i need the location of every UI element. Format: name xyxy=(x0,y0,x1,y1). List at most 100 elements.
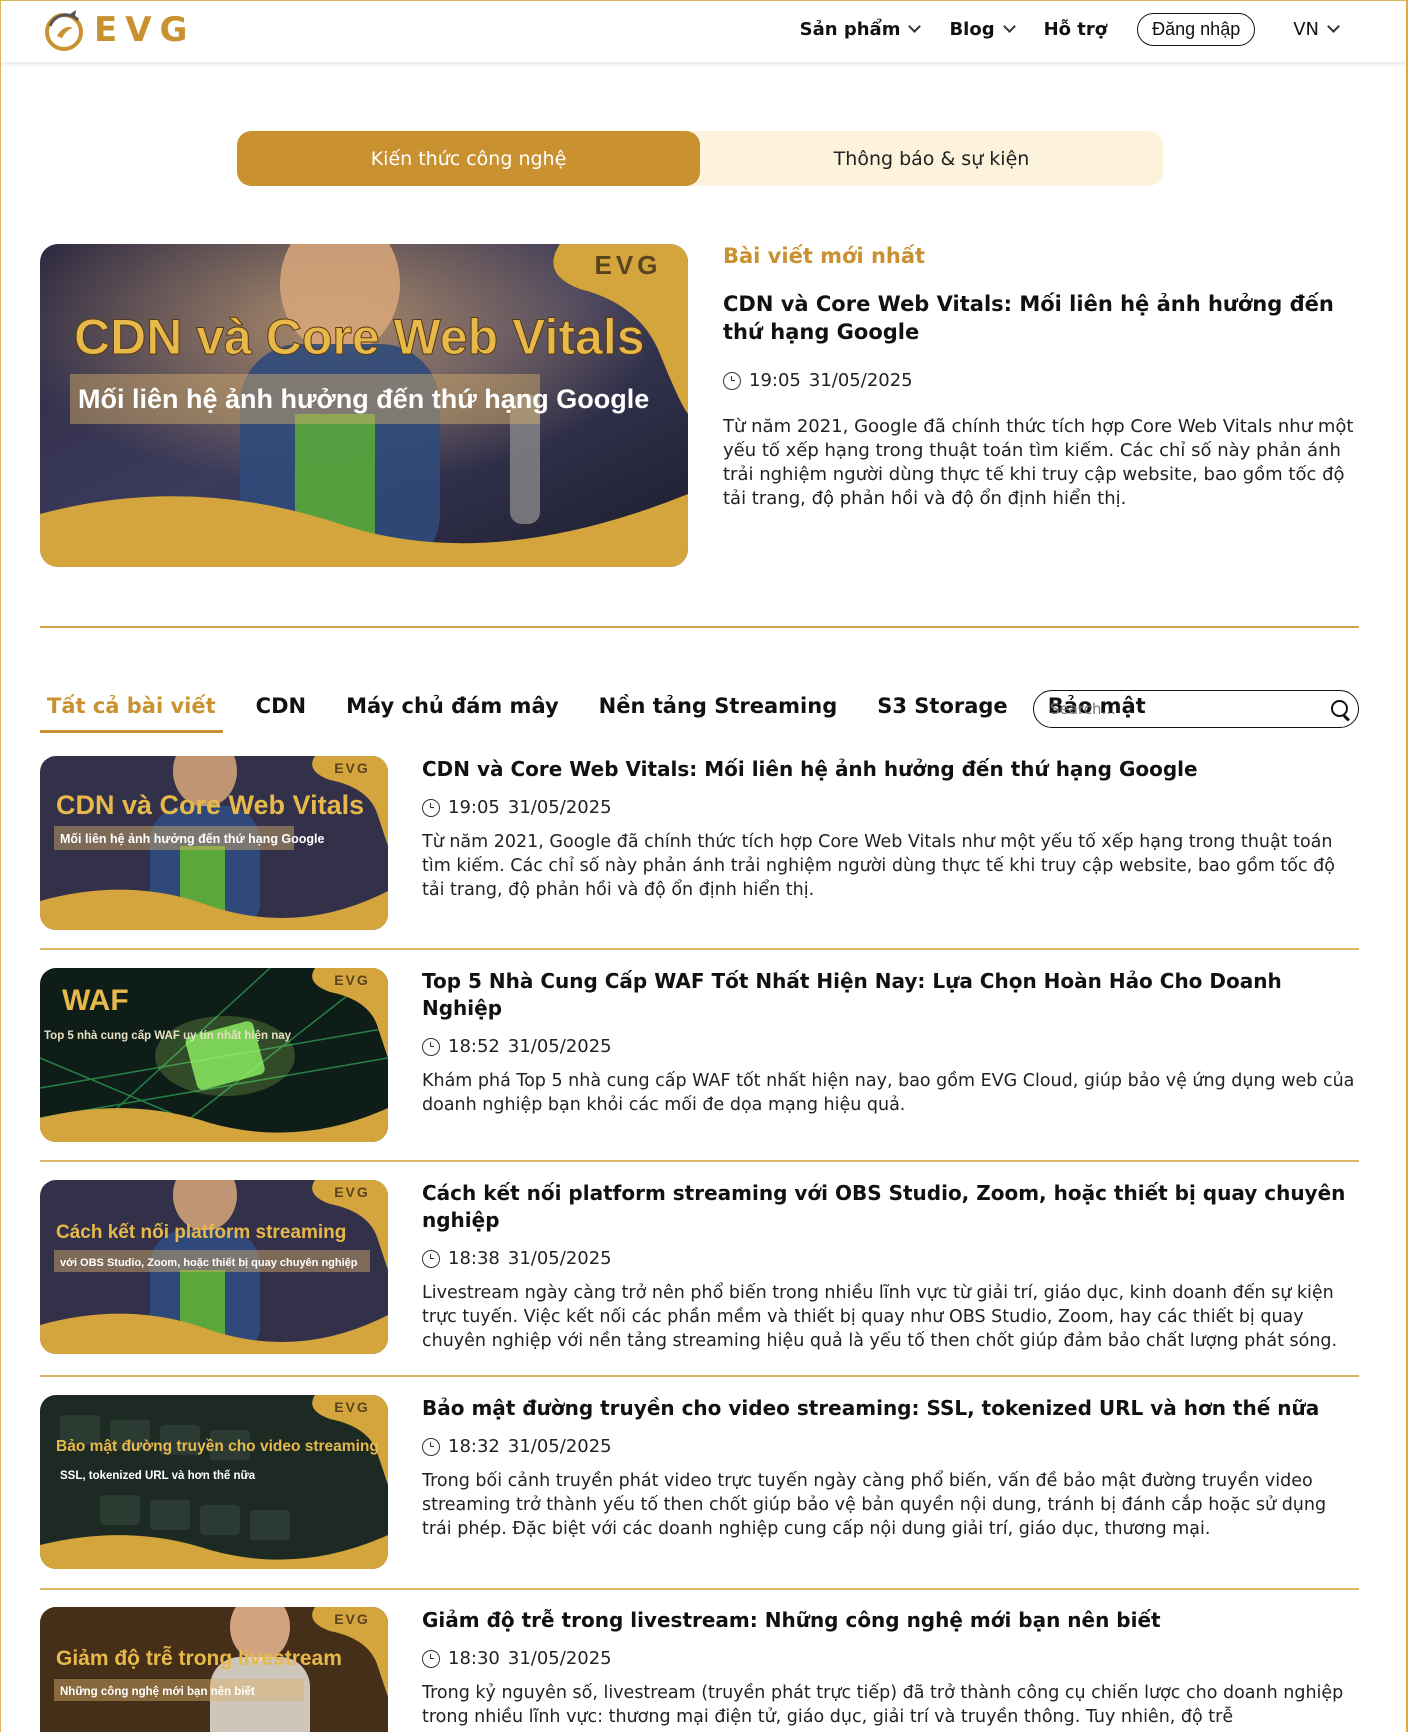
featured-article-title[interactable]: CDN và Core Web Vitals: Mối liên hệ ảnh … xyxy=(723,290,1363,346)
article-thumbnail[interactable]: EVG WAF Top 5 nhà cung cấp WAF uy tín nh… xyxy=(40,968,388,1142)
category-tabs: Tất cả bài viết CDN Máy chủ đám mây Nền … xyxy=(40,690,1179,734)
language-selector[interactable]: VN xyxy=(1293,18,1340,40)
article-title[interactable]: Top 5 Nhà Cung Cấp WAF Tốt Nhất Hiện Nay… xyxy=(422,968,1359,1022)
chevron-down-icon xyxy=(1327,20,1340,33)
article-thumbnail[interactable]: EVG Cách kết nối platform streaming với … xyxy=(40,1180,388,1354)
clock-icon xyxy=(723,371,741,390)
article-date: 31/05/2025 xyxy=(507,1436,612,1457)
tab-streaming-platform[interactable]: Nền tảng Streaming xyxy=(592,690,845,730)
article-thumbnail[interactable]: EVG Giảm độ trễ trong livestream Những c… xyxy=(40,1607,388,1732)
nav-support[interactable]: Hỗ trợ xyxy=(1044,19,1108,40)
section-divider xyxy=(40,626,1359,628)
search-input[interactable] xyxy=(1050,700,1320,718)
login-button[interactable]: Đăng nhập xyxy=(1137,12,1256,46)
search-box xyxy=(1033,690,1359,728)
clock-icon xyxy=(422,1249,440,1268)
featured-banner-headline: CDN và Core Web Vitals xyxy=(74,309,645,365)
featured-banner-subline: Mối liên hệ ảnh hưởng đến thứ hạng Googl… xyxy=(78,384,649,414)
article-title[interactable]: Cách kết nối platform streaming với OBS … xyxy=(422,1180,1359,1234)
article-title[interactable]: CDN và Core Web Vitals: Mối liên hệ ảnh … xyxy=(422,756,1359,783)
tab-news-events[interactable]: Thông báo & sự kiện xyxy=(700,131,1163,186)
article-title[interactable]: Bảo mật đường truyền cho video streaming… xyxy=(422,1395,1359,1422)
featured-article: Bài viết mới nhất CDN và Core Web Vitals… xyxy=(723,244,1363,511)
article-thumbnail-image: EVG Giảm độ trễ trong livestream Những c… xyxy=(40,1607,388,1732)
article-date: 31/05/2025 xyxy=(507,1036,612,1057)
article-thumbnail-image: EVG Bảo mật đường truyền cho video strea… xyxy=(40,1395,388,1569)
logo[interactable]: EVG xyxy=(40,4,195,56)
article-thumbnail[interactable]: EVG CDN và Core Web Vitals Mối liên hệ ả… xyxy=(40,756,388,930)
clock-icon xyxy=(422,1037,440,1056)
language-label: VN xyxy=(1293,18,1319,40)
nav-support-label: Hỗ trợ xyxy=(1043,18,1108,40)
tab-all-posts[interactable]: Tất cả bài viết xyxy=(40,690,223,733)
article-time: 18:32 xyxy=(448,1436,500,1457)
evg-logo-icon xyxy=(45,10,83,51)
featured-article-description: Từ năm 2021, Google đã chính thức tích h… xyxy=(723,416,1354,509)
article-separator xyxy=(40,1375,1359,1377)
article-content: Giảm độ trễ trong livestream: Những công… xyxy=(422,1607,1359,1729)
article-thumbnail[interactable]: EVG Bảo mật đường truyền cho video strea… xyxy=(40,1395,388,1569)
article-content: Cách kết nối platform streaming với OBS … xyxy=(422,1180,1359,1353)
tab-tech-knowledge[interactable]: Kiến thức công nghệ xyxy=(237,131,700,186)
nav-products-label: Sản phẩm xyxy=(799,18,901,40)
thumb-subline: Mối liên hệ ảnh hưởng đến thứ hạng Googl… xyxy=(60,832,325,846)
clock-icon xyxy=(422,1649,440,1668)
thumb-subline: Những công nghệ mới bạn nên biết xyxy=(60,1686,255,1698)
article-thumbnail-image: EVG CDN và Core Web Vitals Mối liên hệ ả… xyxy=(40,756,388,930)
latest-post-label: Bài viết mới nhất xyxy=(723,244,926,268)
tab-cloud-server[interactable]: Máy chủ đám mây xyxy=(339,690,566,730)
article-description: Trong bối cảnh truyền phát video trực tu… xyxy=(422,1471,1327,1539)
thumb-subline: SSL, tokenized URL và hơn thế nữa xyxy=(60,1470,256,1482)
thumb-brand: EVG xyxy=(334,1611,370,1627)
nav-products[interactable]: Sản phẩm xyxy=(799,18,922,40)
featured-article-date: 31/05/2025 xyxy=(808,370,913,391)
article-date: 31/05/2025 xyxy=(507,1248,612,1269)
featured-banner-brand: EVG xyxy=(595,250,662,280)
article-date: 31/05/2025 xyxy=(507,1648,612,1669)
featured-article-image[interactable]: EVG CDN và Core Web Vitals Mối liên hệ ả… xyxy=(40,244,688,567)
blog-section-tabs: Kiến thức công nghệ Thông báo & sự kiện xyxy=(237,131,1163,186)
article-content: CDN và Core Web Vitals: Mối liên hệ ảnh … xyxy=(422,756,1359,902)
site-header: EVG Sản phẩm Blog Hỗ trợ Đăng nhập VN xyxy=(0,0,1408,62)
thumb-subline: Top 5 nhà cung cấp WAF uy tín nhất hiện … xyxy=(44,1030,292,1042)
article-description: Từ năm 2021, Google đã chính thức tích h… xyxy=(422,832,1335,900)
thumb-headline: Giảm độ trễ trong livestream xyxy=(56,1646,342,1670)
thumb-headline: Bảo mật đường truyền cho video streaming xyxy=(56,1438,379,1455)
clock-icon xyxy=(422,798,440,817)
article-content: Top 5 Nhà Cung Cấp WAF Tốt Nhất Hiện Nay… xyxy=(422,968,1359,1117)
article-separator xyxy=(40,1160,1359,1162)
article-content: Bảo mật đường truyền cho video streaming… xyxy=(422,1395,1359,1541)
article-time: 18:52 xyxy=(448,1036,500,1057)
article-thumbnail-image: EVG Cách kết nối platform streaming với … xyxy=(40,1180,388,1354)
thumb-subline: với OBS Studio, Zoom, hoặc thiết bị quay… xyxy=(60,1257,358,1269)
article-meta: 18:38 31/05/2025 xyxy=(422,1248,1359,1269)
article-meta: 18:30 31/05/2025 xyxy=(422,1648,1359,1669)
article-time: 18:38 xyxy=(448,1248,500,1269)
search-icon[interactable] xyxy=(1320,690,1358,728)
tab-cdn[interactable]: CDN xyxy=(249,690,313,730)
clock-icon xyxy=(422,1437,440,1456)
nav-blog-label: Blog xyxy=(949,18,995,40)
thumb-brand: EVG xyxy=(334,1184,370,1200)
nav-blog[interactable]: Blog xyxy=(949,18,1016,40)
tab-s3-storage[interactable]: S3 Storage xyxy=(870,690,1014,730)
thumb-headline: Cách kết nối platform streaming xyxy=(56,1222,346,1243)
featured-article-meta: 19:05 31/05/2025 xyxy=(723,370,1363,391)
thumb-brand: EVG xyxy=(334,972,370,988)
article-time: 18:30 xyxy=(448,1648,500,1669)
thumb-brand: EVG xyxy=(334,760,370,776)
featured-article-time: 19:05 xyxy=(749,370,801,391)
featured-banner: EVG CDN và Core Web Vitals Mối liên hệ ả… xyxy=(40,244,688,567)
chevron-down-icon xyxy=(1002,20,1016,33)
article-title[interactable]: Giảm độ trễ trong livestream: Những công… xyxy=(422,1607,1359,1634)
chevron-down-icon xyxy=(908,20,922,33)
article-time: 19:05 xyxy=(448,797,500,818)
thumb-brand: EVG xyxy=(334,1399,370,1415)
article-date: 31/05/2025 xyxy=(507,797,612,818)
article-meta: 19:05 31/05/2025 xyxy=(422,797,1359,818)
article-separator xyxy=(40,948,1359,950)
main-nav: Sản phẩm Blog Hỗ trợ Đăng nhập VN xyxy=(799,12,1340,46)
article-description: Livestream ngày càng trở nên phổ biến tr… xyxy=(422,1283,1338,1351)
article-description: Khám phá Top 5 nhà cung cấp WAF tốt nhất… xyxy=(422,1071,1355,1115)
thumb-headline: CDN và Core Web Vitals xyxy=(56,790,364,820)
